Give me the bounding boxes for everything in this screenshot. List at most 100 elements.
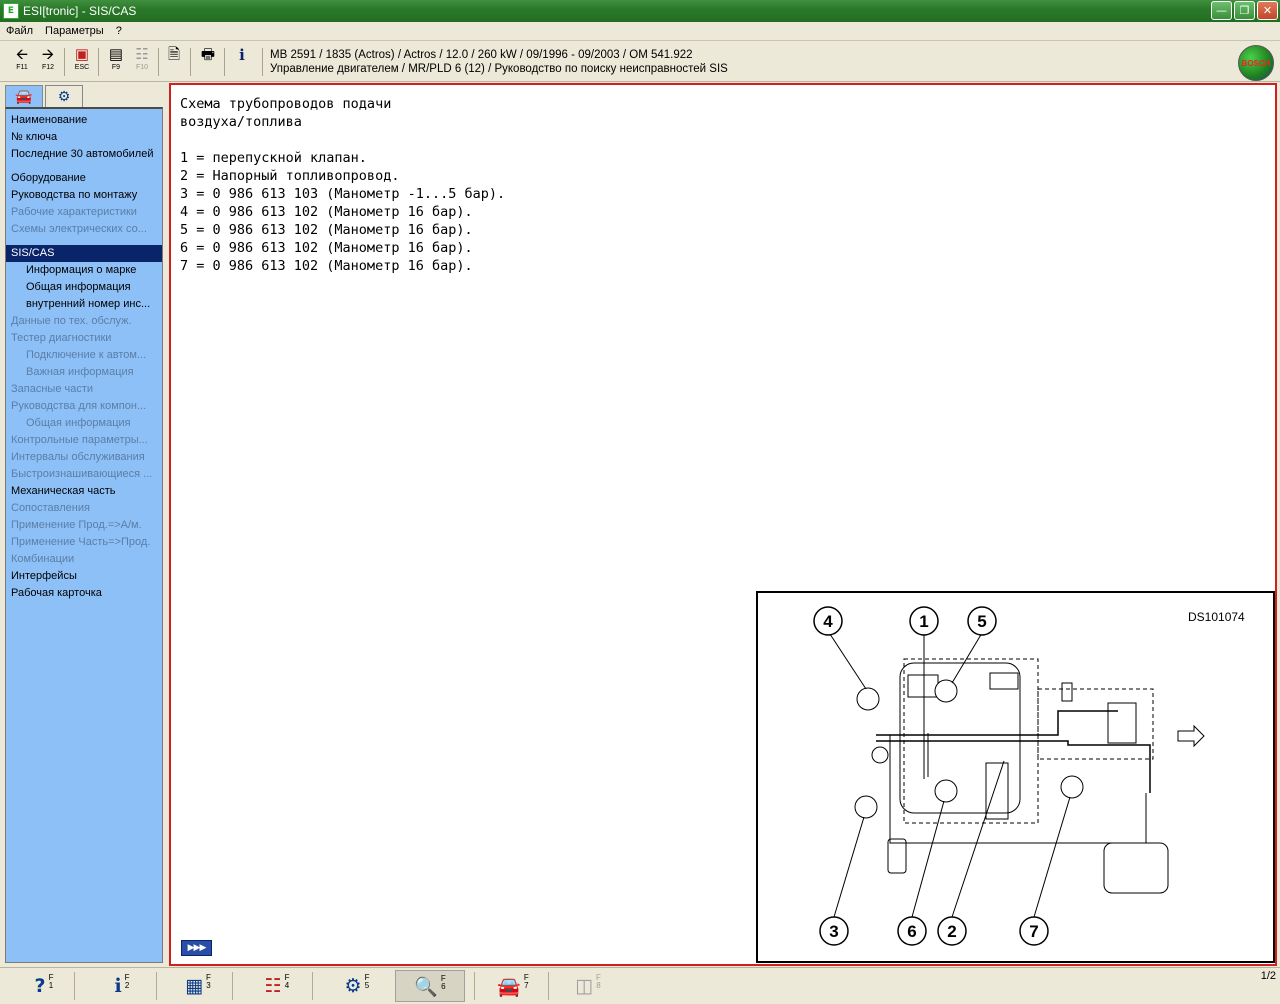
next-page-button[interactable]: ▶▶▶ [181, 940, 212, 956]
restore-button[interactable]: ❐ [1234, 1, 1255, 20]
callout-3: 3 [829, 922, 838, 941]
nav-item[interactable]: Общая информация [6, 279, 162, 296]
schematic-diagram: DS101074 1 2 3 4 5 6 7 [756, 591, 1275, 963]
menu-parameters[interactable]: Параметры [39, 25, 110, 37]
printer-icon: 🖶 [200, 46, 216, 63]
exit-icon: ▣ [74, 46, 90, 63]
nav-item[interactable]: Последние 30 автомобилей [6, 146, 162, 163]
nav-item: Применение Прод.=>А/м. [11, 519, 142, 531]
f2-info-button[interactable]: iF2 [100, 970, 144, 1002]
system-line: Управление двигателем / MR/PLD 6 (12) / … [270, 63, 728, 75]
engine-icon: ⚙ [344, 975, 362, 997]
nav-item: Интервалы обслуживания [11, 451, 145, 463]
nav-item: Быстроизнашивающиеся ... [11, 468, 153, 480]
tree-icon: ☷ [135, 46, 149, 63]
legend-line: 6 = 0 986 613 102 (Манометр 16 бар). [180, 240, 473, 256]
page-indicator: 1/2 [1260, 970, 1276, 982]
callout-2: 2 [947, 922, 956, 941]
list-icon: ▤ [108, 46, 124, 63]
window-title: ESI[tronic] - SIS/CAS [23, 4, 137, 18]
legend-line: 5 = 0 986 613 102 (Манометр 16 бар). [180, 222, 473, 238]
f5-engine-button[interactable]: ⚙ F 5 [334, 970, 380, 1002]
nav-item: Комбинации [11, 553, 75, 565]
f1-label: F1 [48, 973, 54, 990]
nav-item: Рабочие характеристики [11, 206, 137, 218]
nav-item: Тестер диагностики [11, 332, 112, 344]
tab-vehicle[interactable]: 🚘 [5, 85, 43, 107]
arrow-left-icon: 🡨 [15, 46, 29, 63]
f8-export-button[interactable]: ◫ F 8 [560, 970, 616, 1002]
info-button[interactable]: i [230, 46, 254, 78]
f1-help-button[interactable]: ? F 1 [22, 970, 66, 1002]
doc-title-line1: Схема трубопроводов подачи [180, 96, 392, 112]
f9-button[interactable]: ▤ F9 [104, 46, 128, 78]
nav-item[interactable]: Оборудование [6, 170, 162, 187]
callout-1: 1 [919, 612, 928, 631]
menu-file[interactable]: Файл [0, 25, 39, 37]
export-icon: ◫ [575, 975, 594, 997]
f4-schematic-button[interactable]: ☷ F 4 [252, 970, 302, 1002]
vehicle-line: MB 2591 / 1835 (Actros) / Actros / 12.0 … [270, 49, 693, 61]
info-icon: i [239, 46, 245, 64]
nav-item: Данные по тех. обслуж. [11, 315, 132, 327]
minimize-button[interactable]: — [1211, 1, 1232, 20]
nav-item[interactable]: № ключа [6, 129, 162, 146]
nav-item: Схемы электрических со... [11, 223, 147, 235]
nav-item: Руководства для компон... [11, 400, 147, 412]
arrow-right-icon: 🡪 [41, 46, 55, 63]
nav-item[interactable]: Механическая часть [6, 483, 162, 500]
menu-bar: Файл Параметры ? [0, 22, 1280, 41]
forward-button[interactable]: 🡪 F12 [36, 46, 60, 78]
f7-vehicle-button[interactable]: 🚘 F 7 [488, 970, 538, 1002]
f3-list-button[interactable]: ▦ F 3 [174, 970, 222, 1002]
title-bar: E ESI[tronic] - SIS/CAS — ❐ ✕ [0, 0, 1280, 22]
nav-item: Важная информация [26, 366, 134, 378]
doc-title-line2: воздуха/топлива [180, 114, 302, 130]
document-icon: 🗎 [167, 46, 181, 63]
nav-item[interactable]: Информация о марке [6, 262, 162, 279]
car-icon: 🚘 [497, 975, 521, 998]
legend-line: 3 = 0 986 613 103 (Манометр -1...5 бар). [180, 186, 506, 202]
tab-engine[interactable]: ⚙ [45, 85, 83, 107]
nav-item[interactable]: Наименование [6, 112, 162, 129]
nav-item: Применение Часть=>Прод. [11, 536, 151, 548]
triple-arrow-icon: ▶▶▶ [187, 943, 207, 953]
component-list-icon: ▦ [185, 975, 204, 997]
nav-item: Запасные части [11, 383, 94, 395]
legend-line: 7 = 0 986 613 102 (Манометр 16 бар). [180, 258, 473, 274]
nav-item[interactable]: Рабочая карточка [6, 585, 162, 602]
zoom-in-icon: 🔍 [414, 975, 438, 998]
callout-4: 4 [823, 612, 833, 631]
navigation-list: Наименование № ключа Последние 30 автомоби… [5, 107, 163, 963]
callout-7: 7 [1029, 922, 1038, 941]
close-button[interactable]: ✕ [1257, 1, 1278, 20]
nav-item[interactable]: SIS/CAS [6, 245, 162, 262]
callout-6: 6 [907, 922, 916, 941]
legend-line: 4 = 0 986 613 102 (Манометр 16 бар). [180, 204, 473, 220]
bosch-logo: BOSCH [1238, 45, 1274, 81]
info-icon: i [114, 975, 122, 997]
help-icon: ? [34, 975, 46, 997]
document-text: Схема трубопроводов подачи воздуха/топлив… [180, 95, 505, 275]
f10-button[interactable]: ☷ F10 [130, 46, 154, 78]
nav-item[interactable]: Интерфейсы [6, 568, 162, 585]
f6-zoom-button[interactable]: 🔍 F 6 [395, 970, 465, 1002]
back-button[interactable]: 🡨 F11 [10, 46, 34, 78]
document-view: Схема трубопроводов подачи воздуха/топлив… [169, 83, 1277, 966]
fuel-air-schematic: DS101074 1 2 3 4 5 6 7 [813, 606, 1245, 946]
left-panel: 🚘 ⚙ Наименование № ключа Последние 30 авто… [3, 83, 166, 965]
nav-item[interactable]: внутренний номер инс... [6, 296, 162, 313]
document-button[interactable]: 🗎 [162, 46, 186, 78]
esc-button[interactable]: ▣ ESC [70, 46, 94, 78]
nav-item[interactable]: Руководства по монтажу [6, 187, 162, 204]
callout-5: 5 [977, 612, 986, 631]
nav-item: Сопоставления [11, 502, 90, 514]
function-key-bar: ? F 1 iF2 ▦ F 3 ☷ F 4 ⚙ F 5 🔍 F 6 🚘 F 7 ◫ F 8 1/2 [0, 967, 1280, 1004]
legend-line: 1 = перепускной клапан. [180, 150, 367, 166]
menu-help[interactable]: ? [110, 25, 128, 37]
nav-item: Общая информация [26, 417, 131, 429]
print-button[interactable]: 🖶 [196, 46, 220, 78]
nav-item: Контрольные параметры... [11, 434, 148, 446]
car-icon: 🚘 [15, 88, 33, 105]
schematic-icon: ☷ [264, 975, 282, 997]
